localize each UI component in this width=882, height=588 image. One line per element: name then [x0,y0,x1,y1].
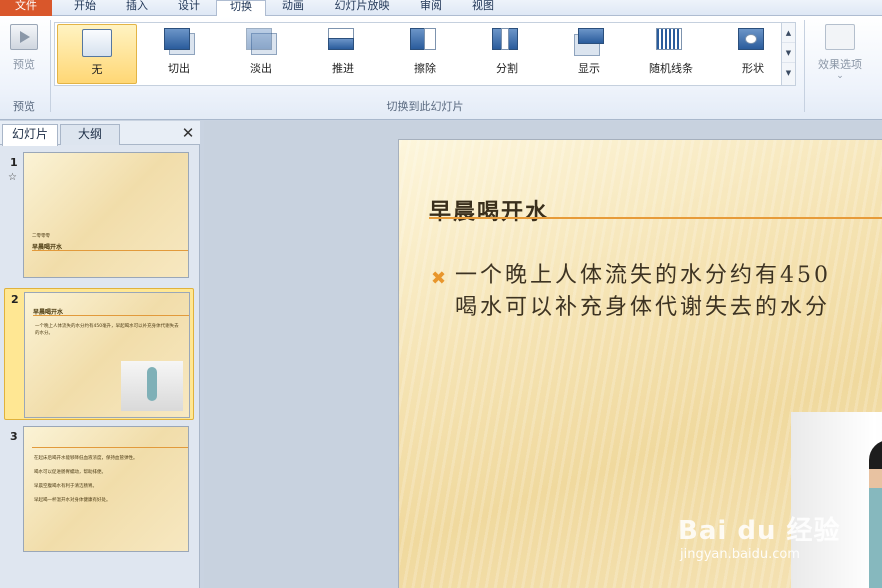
tab-slides[interactable]: 幻灯片 [2,124,58,146]
slides-pane: 幻灯片 大纲 ✕ 1 ☆ 二零零零 早晨喝开水 2 早晨喝开水 一个晚上人体流失… [0,121,200,588]
baidu-watermark-url: jingyan.baidu.com [680,547,800,562]
reveal-icon [574,28,604,56]
thumb-person [147,367,157,401]
effect-options-arrow-icon: ⌄ [836,71,844,81]
slide-body-text[interactable]: 一个晚上人体流失的水分约有450 喝水可以补充身体代谢失去的水分 [455,260,882,324]
tab-slideshow[interactable]: 幻灯片放映 [322,0,402,16]
thumb-divider [32,447,188,448]
preview-label: 预览 [13,58,35,71]
ribbon-tab-bar: 文件 开始 插入 设计 切换 动画 幻灯片放映 审阅 视图 [0,0,882,17]
thumb-text: 一个晚上人体流失的水分约有450毫升，早起喝水可以补充身体代谢失去的水分。 [35,324,179,336]
slide-preview: 二零零零 早晨喝开水 [23,152,189,278]
slide-thumbnail-3[interactable]: 3 在起床后喝开水能够降低血液浓度，保持血管弹性。 喝水可以促进肠胃蠕动，帮助排… [4,426,194,558]
split-icon [492,28,522,56]
effect-options-label: 效果选项 [818,58,862,71]
thumb-subtitle: 二零零零 [32,234,50,239]
thumb-line: 早起喝一杯温开水对身体健康有好处。 [34,498,111,503]
transition-label: 推进 [332,62,354,75]
transition-none[interactable]: 无 [57,24,137,84]
fade-icon [246,28,277,56]
baidu-watermark: Bai du 经验 [678,516,841,546]
preview-group-label: 预览 [13,100,35,113]
slide-number: 1 [10,156,18,169]
group-separator [50,20,51,112]
transition-cut[interactable]: 切出 [139,24,219,84]
transition-push[interactable]: 推进 [303,24,383,84]
none-icon [82,29,112,57]
slide-number: 3 [10,430,18,443]
transition-random-bars[interactable]: 随机线条 [631,24,711,84]
tab-animations[interactable]: 动画 [268,0,318,16]
tab-transitions[interactable]: 切换 [216,0,266,17]
transition-label: 切出 [168,62,190,75]
slide-number: 2 [11,293,19,306]
slide-preview: 早晨喝开水 一个晚上人体流失的水分约有450毫升，早起喝水可以补充身体代谢失去的… [24,292,190,418]
transition-reveal[interactable]: 显示 [549,24,629,84]
bullet-icon: ✖ [431,268,447,289]
thumb-line: 在起床后喝开水能够降低血液浓度，保持血管弹性。 [34,456,138,461]
transition-fade[interactable]: 淡出 [221,24,301,84]
thumb-line: 早晨空腹喝水有利于清洁肠胃。 [34,484,97,489]
gallery-more-icon[interactable]: ▼ [782,63,795,83]
animation-star-icon: ☆ [8,172,17,183]
gallery-up-arrow-icon[interactable]: ▲ [782,23,795,43]
transition-label: 擦除 [414,62,436,75]
effect-options-icon [825,24,855,50]
photo-person [869,440,882,588]
transition-split[interactable]: 分割 [467,24,547,84]
transition-label: 随机线条 [649,62,693,75]
transition-label: 显示 [578,62,600,75]
pane-tabs: 幻灯片 大纲 ✕ [0,121,200,146]
slide-preview: 在起床后喝开水能够降低血液浓度，保持血管弹性。 喝水可以促进肠胃蠕动，帮助排便。… [23,426,189,552]
transition-gallery: 无 切出 淡出 推进 擦除 分割 显示 随机线条 形状 ▲ ▼ ▼ [54,22,796,86]
gallery-down-arrow-icon[interactable]: ▼ [782,43,795,63]
transition-label: 无 [91,63,103,76]
thumb-divider [33,315,189,316]
close-icon[interactable]: ✕ [180,123,196,143]
slide-title[interactable]: 早晨喝开水 [429,194,549,226]
slide-thumbnail-2[interactable]: 2 早晨喝开水 一个晚上人体流失的水分约有450毫升，早起喝水可以补充身体代谢失… [4,288,194,420]
shape-icon [738,28,768,56]
push-icon [328,28,358,56]
transitions-group-label: 切换到此幻灯片 [386,100,464,113]
wipe-icon [410,28,440,56]
body-line-2: 喝水可以补充身体代谢失去的水分 [455,295,831,320]
random-bars-icon [656,28,686,56]
effect-options-button[interactable]: 效果选项 ⌄ [812,22,868,92]
tab-insert[interactable]: 插入 [112,0,162,16]
gallery-scroll[interactable]: ▲ ▼ ▼ [781,23,795,85]
tab-home[interactable]: 开始 [60,0,110,16]
thumb-divider [32,250,188,251]
cut-icon [164,28,195,56]
preview-button[interactable]: 预览 [4,22,44,82]
transition-label: 淡出 [250,62,272,75]
tab-view[interactable]: 视图 [458,0,508,16]
tab-design[interactable]: 设计 [164,0,214,16]
tab-file[interactable]: 文件 [0,0,52,16]
transition-label: 分割 [496,62,518,75]
group-separator [804,20,805,112]
transition-wipe[interactable]: 擦除 [385,24,465,84]
title-underline [429,217,882,219]
slide-thumbnail-1[interactable]: 1 ☆ 二零零零 早晨喝开水 [4,152,194,284]
body-line-1: 一个晚上人体流失的水分约有450 [455,263,831,288]
tab-outline[interactable]: 大纲 [60,124,120,145]
tab-review[interactable]: 审阅 [406,0,456,16]
preview-icon [10,24,38,50]
ribbon: 预览 预览 无 切出 淡出 推进 擦除 分割 显示 随机线条 形状 ▲ ▼ ▼ … [0,16,882,120]
thumb-line: 喝水可以促进肠胃蠕动，帮助排便。 [34,470,106,475]
